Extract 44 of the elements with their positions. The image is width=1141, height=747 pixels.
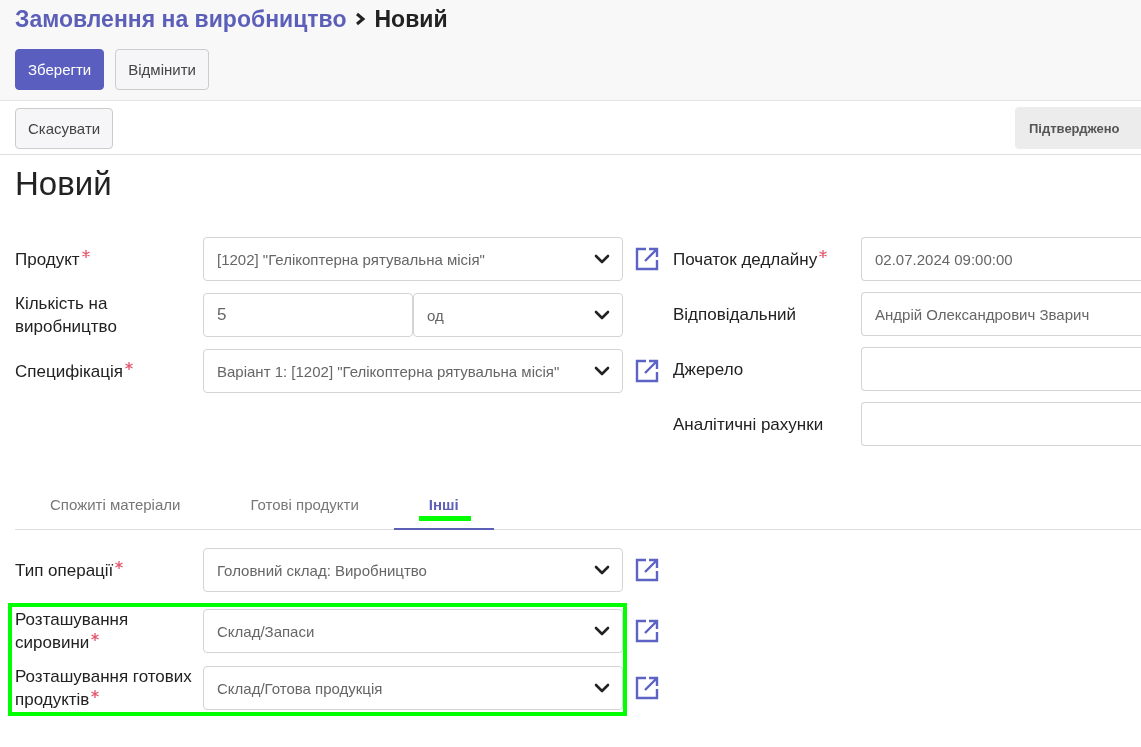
unit-select[interactable]: од bbox=[413, 293, 623, 337]
select-field[interactable]: Головний склад: Виробництво bbox=[203, 548, 623, 592]
chevron-down-icon bbox=[594, 366, 610, 376]
field-label: Специфікація bbox=[15, 359, 203, 383]
chevron-right-icon bbox=[354, 11, 367, 27]
discard-button[interactable]: Відмінити bbox=[115, 49, 209, 90]
field-label: Джерело bbox=[673, 358, 745, 381]
input-field[interactable]: Андрій Олександрович Зварич bbox=[861, 292, 1141, 336]
select-field[interactable]: [1202] "Гелікоптерна рятувальна місія" bbox=[203, 237, 623, 281]
select-field[interactable]: Склад/Запаси bbox=[203, 609, 623, 653]
save-button[interactable]: Зберегти bbox=[15, 49, 105, 90]
external-link-icon[interactable] bbox=[635, 676, 659, 700]
select-field[interactable]: Варіант 1: [1202] "Гелікоптерна рятувальна місія" bbox=[203, 349, 623, 393]
external-link-icon[interactable] bbox=[635, 558, 659, 582]
highlight-underline bbox=[418, 516, 471, 521]
external-link-icon[interactable] bbox=[635, 619, 659, 643]
quantity-input[interactable]: 5 bbox=[203, 293, 413, 337]
status-stage[interactable]: Підтверджено bbox=[1015, 107, 1141, 149]
tab[interactable]: Інші bbox=[393, 496, 494, 530]
input-field[interactable] bbox=[861, 347, 1141, 391]
cancel-button[interactable]: Скасувати bbox=[15, 107, 114, 149]
input-field[interactable] bbox=[861, 402, 1141, 446]
record-title: Новий bbox=[15, 165, 113, 203]
select-field[interactable]: Склад/Готова продукція bbox=[203, 666, 623, 710]
field-label: Розташування сировини bbox=[15, 609, 130, 654]
field-label: Відповідальний bbox=[673, 303, 798, 326]
field-label: Кількість на виробництво bbox=[15, 293, 118, 338]
breadcrumb-current: Новий bbox=[374, 5, 448, 33]
chevron-down-icon bbox=[594, 626, 610, 636]
chevron-down-icon bbox=[594, 310, 610, 320]
field-label: Початок дедлайну bbox=[673, 247, 861, 271]
field-label: Аналітичні рахунки bbox=[673, 413, 825, 436]
tab[interactable]: Готові продукти bbox=[215, 496, 394, 530]
field-label: Продукт bbox=[15, 247, 203, 271]
external-link-icon[interactable] bbox=[635, 247, 659, 271]
input-field[interactable]: 02.07.2024 09:00:00 bbox=[861, 237, 1141, 281]
field-label: Розташування готових продуктів bbox=[15, 666, 193, 711]
tab[interactable]: Спожиті матеріали bbox=[15, 496, 216, 530]
chevron-down-icon bbox=[594, 683, 610, 693]
external-link-icon[interactable] bbox=[635, 359, 659, 383]
breadcrumb-link[interactable]: Замовлення на виробництво bbox=[15, 5, 347, 33]
field-label: Тип операції bbox=[15, 558, 203, 582]
chevron-down-icon bbox=[594, 254, 610, 264]
chevron-down-icon bbox=[594, 565, 610, 575]
